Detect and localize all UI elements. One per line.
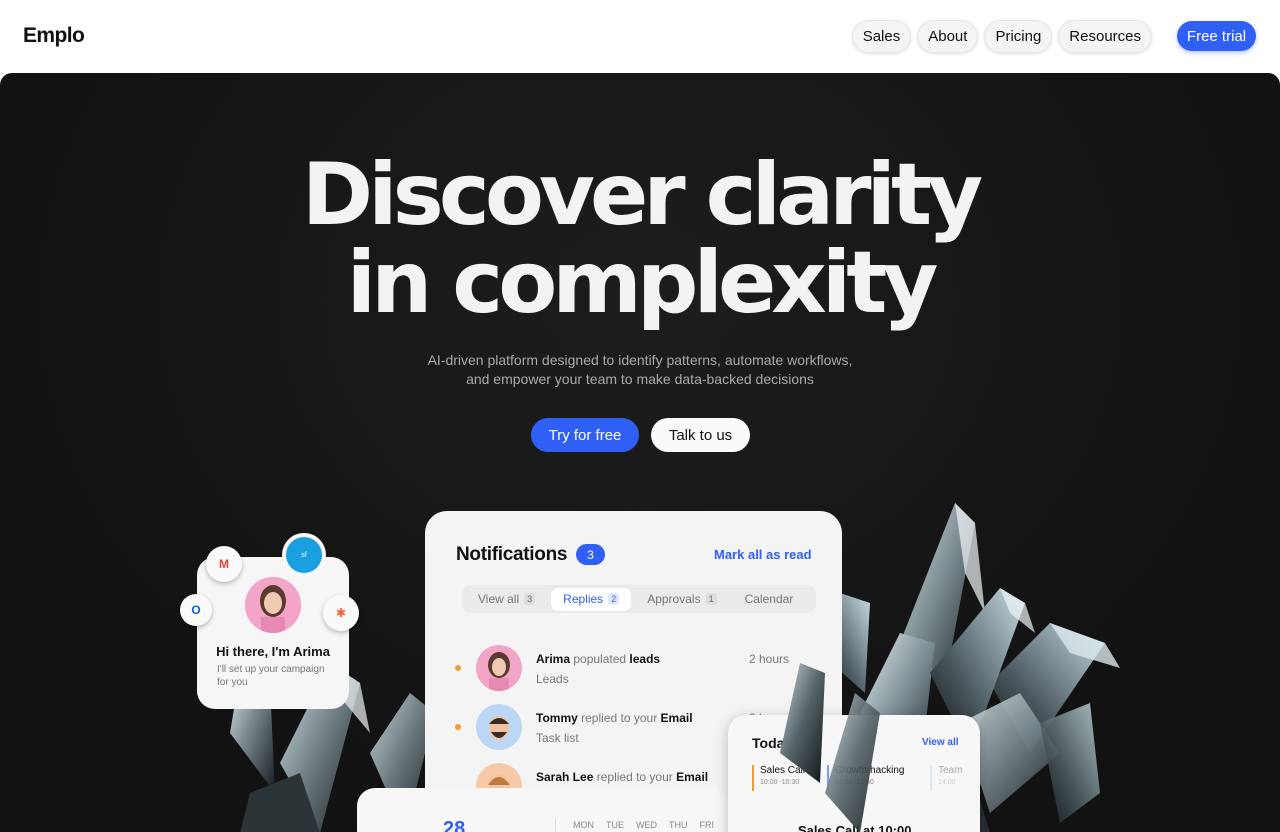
assistant-message: I'll set up your campaign for you <box>217 664 325 688</box>
nav-item-about[interactable]: About <box>917 20 979 53</box>
notifications-count-badge: 3 <box>576 544 605 565</box>
nav-menu: Sales About Pricing Resources <box>851 20 1152 53</box>
tab-approvals[interactable]: Approvals 1 <box>635 588 728 611</box>
talk-to-us-button[interactable]: Talk to us <box>651 418 750 452</box>
notification-row[interactable]: Arima populated leads Leads 2 hours <box>455 645 815 695</box>
hero-section: Discover clarity in complexity AI-driven… <box>0 73 1280 832</box>
action-text: replied to your <box>596 770 673 784</box>
avatar <box>476 704 522 750</box>
outlook-icon: O <box>180 594 212 626</box>
weekday-label: FRI <box>699 820 715 830</box>
event-name: Team <box>938 765 963 776</box>
target-text: leads <box>629 652 661 666</box>
salesforce-icon: sf <box>286 537 322 573</box>
weekday-label: MON <box>573 820 594 830</box>
arima-avatar <box>245 577 301 633</box>
subtext-line-2: and empower your team to make data-backe… <box>466 371 814 387</box>
event-time: 14:00 <box>938 779 956 786</box>
assistant-greeting: Hi there, I'm Arima <box>216 644 330 659</box>
notification-text: Tommy replied to your Email <box>536 711 693 725</box>
calendar-divider <box>555 818 556 832</box>
tab-label: Calendar <box>744 592 794 606</box>
avatar <box>476 645 522 691</box>
tab-count: 2 <box>608 593 620 605</box>
notification-detail: Leads <box>536 672 569 686</box>
event-item[interactable]: Team 14:00 <box>930 765 978 791</box>
calendar-card: 28 MON TUE WED THU FRI <box>357 788 730 832</box>
calendar-date: 28 <box>443 818 466 832</box>
tab-view-all[interactable]: View all 3 <box>466 588 547 611</box>
weekday-label: WED <box>636 820 657 830</box>
action-text: populated <box>573 652 627 666</box>
today-view-all-link[interactable]: View all <box>922 737 959 748</box>
actor-name: Sarah Lee <box>536 770 594 784</box>
target-text: Email <box>676 770 709 784</box>
brand-logo[interactable]: Emplo <box>23 24 85 48</box>
headline-line-1: Discover clarity <box>301 145 983 245</box>
nav-item-sales[interactable]: Sales <box>851 20 912 53</box>
hero-subtext: AI-driven platform designed to identify … <box>340 351 940 389</box>
actor-name: Tommy <box>536 711 578 725</box>
notification-text: Arima populated leads <box>536 652 660 666</box>
free-trial-button[interactable]: Free trial <box>1177 21 1256 51</box>
mark-all-read-link[interactable]: Mark all as read <box>714 547 812 562</box>
subtext-line-1: AI-driven platform designed to identify … <box>427 352 853 368</box>
nav-item-resources[interactable]: Resources <box>1058 20 1152 53</box>
tab-count: 1 <box>705 593 717 605</box>
headline-line-2: in complexity <box>346 233 939 333</box>
tab-count: 3 <box>524 593 536 605</box>
notification-text: Sarah Lee replied to your Email <box>536 770 708 784</box>
tab-replies[interactable]: Replies 2 <box>551 587 632 611</box>
notifications-title: Notifications <box>456 544 568 565</box>
tab-label: Replies <box>563 592 604 606</box>
tab-label: View all <box>478 592 520 606</box>
actor-name: Arima <box>536 652 571 666</box>
tab-label: Approvals <box>647 592 701 606</box>
unread-dot-icon <box>455 724 461 730</box>
target-text: Email <box>660 711 693 725</box>
gmail-icon: M <box>206 546 242 582</box>
hero-headline: Discover clarity in complexity <box>0 151 1280 327</box>
calendar-weekdays: MON TUE WED THU FRI <box>573 820 714 830</box>
hubspot-icon: ✱ <box>323 595 359 631</box>
weekday-label: THU <box>669 820 688 830</box>
crystal-foreground-image <box>780 663 880 832</box>
notifications-tabs: View all 3 Replies 2 Approvals 1 Calenda… <box>462 585 816 613</box>
nav-item-pricing[interactable]: Pricing <box>984 20 1053 53</box>
action-text: replied to your <box>581 711 658 725</box>
unread-dot-icon <box>455 665 461 671</box>
try-for-free-button[interactable]: Try for free <box>531 418 639 452</box>
tab-calendar[interactable]: Calendar <box>733 588 806 611</box>
weekday-label: TUE <box>606 820 624 830</box>
notification-detail: Task list <box>536 731 579 745</box>
top-navigation: Emplo Sales About Pricing Resources Free… <box>0 0 1280 73</box>
